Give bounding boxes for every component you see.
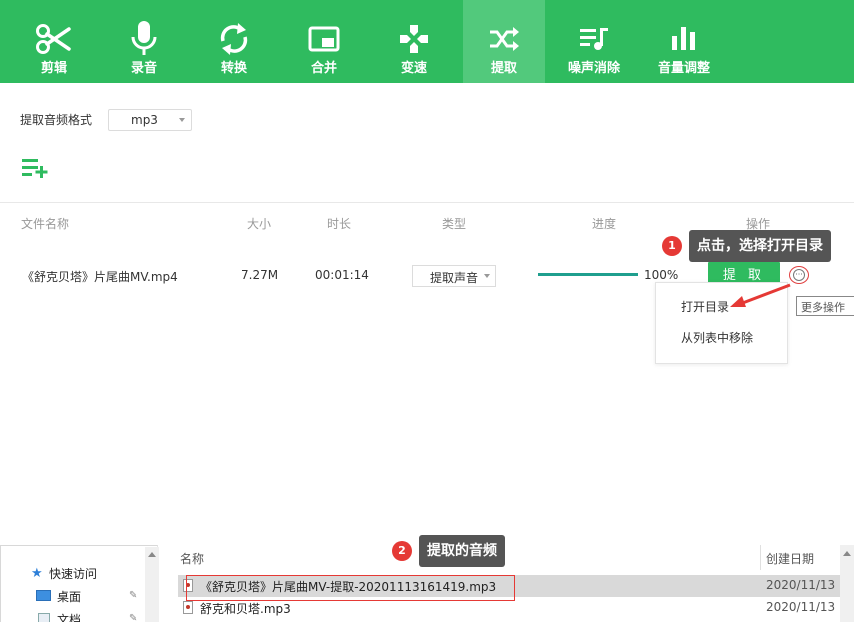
desktop-icon	[36, 590, 51, 601]
volume-bars-icon	[643, 20, 725, 58]
step-badge: 2	[392, 541, 412, 561]
tool-convert[interactable]: 转换	[193, 0, 275, 83]
files-scrollbar[interactable]	[840, 545, 854, 622]
format-select[interactable]: mp3	[108, 109, 192, 131]
tool-volume[interactable]: 音量调整	[643, 0, 725, 83]
step-callout: 提取的音频	[419, 535, 505, 567]
column-date[interactable]: 创建日期	[766, 550, 814, 567]
tool-merge[interactable]: 合并	[283, 0, 365, 83]
menu-open-folder[interactable]: 打开目录	[681, 298, 729, 315]
tool-label: 合并	[310, 61, 337, 76]
star-icon: ★	[31, 566, 43, 581]
progress-fill	[538, 273, 638, 276]
progress-label: 100%	[644, 268, 679, 282]
microphone-icon	[103, 20, 185, 58]
more-tooltip: 更多操作	[796, 296, 854, 316]
tool-extract[interactable]: 提取	[463, 0, 545, 83]
file-size: 7.27M	[241, 268, 279, 282]
header-duration: 时长	[327, 217, 352, 231]
highlight-box	[186, 575, 515, 601]
tool-label: 剪辑	[40, 61, 67, 76]
explorer-nav: ★ 快速访问 桌面 ✎ 文档 ✎	[0, 545, 159, 622]
annotation-arrow	[730, 283, 791, 307]
step-callout: 点击，选择打开目录	[689, 230, 831, 262]
file-name: 《舒克贝塔》片尾曲MV.mp4	[22, 270, 178, 284]
speed-icon	[373, 20, 455, 58]
tool-label: 转换	[220, 61, 247, 76]
file-row-date: 2020/11/13	[766, 600, 836, 614]
pin-icon: ✎	[129, 590, 138, 601]
progress-bar	[538, 273, 638, 276]
tool-speed[interactable]: 变速	[373, 0, 455, 83]
column-separator	[760, 545, 761, 570]
tool-cut[interactable]: 剪辑	[13, 0, 95, 83]
format-value: mp3	[131, 113, 158, 127]
convert-icon	[193, 20, 275, 58]
nav-quick-access[interactable]: 快速访问	[49, 565, 97, 582]
tool-label: 音量调整	[657, 61, 710, 76]
scissors-icon	[13, 20, 95, 58]
file-duration: 00:01:14	[315, 268, 369, 282]
file-row-date: 2020/11/13	[766, 578, 836, 592]
pin-icon: ✎	[129, 613, 138, 622]
header-progress: 进度	[592, 217, 617, 231]
nav-desktop[interactable]: 桌面	[57, 588, 81, 605]
header-type: 类型	[442, 217, 467, 231]
format-label: 提取音频格式	[20, 113, 93, 127]
tool-label: 变速	[400, 61, 427, 76]
divider	[0, 202, 854, 203]
scroll-up-icon	[148, 552, 156, 557]
add-file-button[interactable]	[22, 156, 50, 180]
chevron-down-icon	[484, 274, 490, 278]
noise-removal-icon	[553, 20, 635, 58]
nav-documents[interactable]: 文档	[57, 611, 81, 622]
nav-scrollbar[interactable]	[145, 547, 159, 622]
type-value: 提取声音	[430, 271, 479, 285]
add-list-icon	[22, 159, 48, 178]
tool-record[interactable]: 录音	[103, 0, 185, 83]
merge-icon	[283, 20, 365, 58]
more-icon: ···	[793, 269, 805, 281]
toolbar: 剪辑 录音 转换 合并 变速 提取 噪声消除 音量调整	[0, 0, 854, 83]
chevron-down-icon	[179, 118, 185, 122]
tool-label: 噪声消除	[567, 61, 620, 76]
column-name[interactable]: 名称	[180, 550, 204, 567]
type-select[interactable]: 提取声音	[412, 265, 496, 287]
document-icon	[38, 613, 50, 622]
tool-label: 提取	[490, 61, 517, 76]
tool-denoise[interactable]: 噪声消除	[553, 0, 635, 83]
shuffle-icon	[463, 20, 545, 58]
file-row-name: 舒克和贝塔.mp3	[200, 602, 291, 616]
header-size: 大小	[247, 217, 272, 231]
scroll-up-icon	[843, 551, 851, 556]
menu-remove-from-list[interactable]: 从列表中移除	[681, 329, 753, 346]
audio-file-icon	[183, 601, 193, 614]
tool-label: 录音	[130, 61, 157, 76]
step-badge: 1	[662, 236, 682, 256]
header-name: 文件名称	[21, 217, 70, 231]
